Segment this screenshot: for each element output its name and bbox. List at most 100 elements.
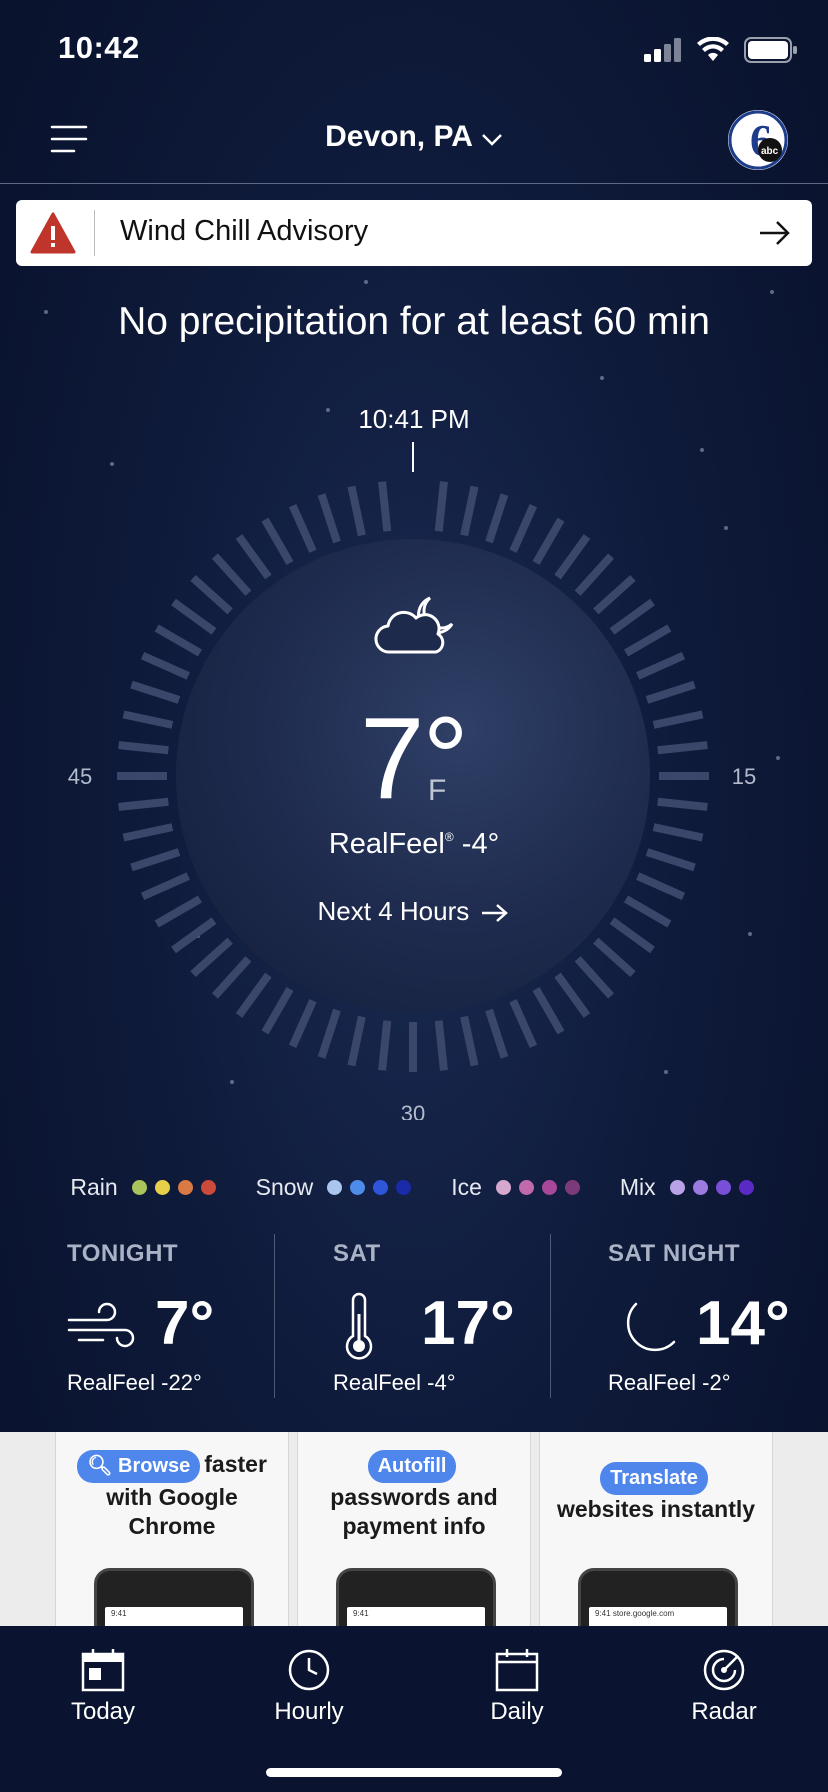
- dial-tick: [122, 710, 174, 729]
- dial-tick: [261, 517, 294, 565]
- location-label: Devon, PA: [325, 120, 473, 153]
- header-divider: [0, 183, 828, 184]
- forecast-realfeel: RealFeel -4°: [333, 1370, 456, 1395]
- dial-tick: [609, 598, 655, 635]
- forecast-temp: 7°: [155, 1289, 215, 1358]
- legend-color-dot: [177, 1180, 193, 1195]
- tab-radar[interactable]: Radar: [649, 1648, 799, 1726]
- forecast-sat-night[interactable]: SAT NIGHT 14° RealFeel -2°: [608, 1232, 828, 1400]
- dial-tick: [317, 493, 341, 544]
- weather-alert-banner[interactable]: Wind Chill Advisory: [16, 200, 812, 266]
- home-indicator: [266, 1768, 562, 1777]
- dial-tick: [574, 956, 615, 999]
- dial-tick: [211, 553, 252, 596]
- next-hours-label: Next 4 Hours: [317, 896, 470, 926]
- dial-tick: [509, 503, 538, 553]
- legend-label: Ice: [451, 1174, 482, 1200]
- forecast-divider: [550, 1234, 551, 1398]
- tab-today[interactable]: Today: [28, 1648, 178, 1726]
- status-time: 10:42: [58, 30, 140, 65]
- moon-icon: [626, 1302, 676, 1352]
- wind-icon: [67, 1302, 135, 1348]
- legend-label: Rain: [70, 1174, 118, 1200]
- legend-group-snow: Snow: [256, 1174, 416, 1201]
- dial-tick: [532, 517, 565, 565]
- dial-tick: [118, 741, 169, 755]
- alert-title: Wind Chill Advisory: [120, 215, 369, 247]
- legend-color-dot: [669, 1180, 685, 1195]
- tab-hourly[interactable]: Hourly: [234, 1648, 384, 1726]
- forecast-divider: [274, 1234, 275, 1398]
- tab-label: Hourly: [274, 1698, 344, 1725]
- forecast-sat[interactable]: SAT 17° RealFeel -4°: [333, 1232, 609, 1400]
- dial-tick: [636, 651, 686, 680]
- dial-tick: [657, 797, 708, 811]
- realfeel-value: -4°: [461, 828, 500, 860]
- legend-color-dot: [327, 1180, 343, 1195]
- ad-card-autofill[interactable]: Autofill passwords and payment info 9:41: [297, 1432, 531, 1626]
- realfeel-label: RealFeel: [328, 828, 445, 860]
- radar-icon: [703, 1649, 745, 1691]
- arrow-right-icon: [482, 904, 509, 923]
- clock-icon: [288, 1649, 330, 1691]
- dial-tick: [118, 797, 169, 811]
- dial-tick: [652, 710, 704, 729]
- status-icons: [644, 36, 798, 64]
- dial-tick: [636, 872, 686, 901]
- station-logo[interactable]: 6 abc: [728, 110, 788, 170]
- ad-banner[interactable]: 🔍︎ Browse faster with Google Chrome 9:41 …: [0, 1432, 828, 1626]
- calendar-today-icon: [81, 1649, 125, 1692]
- cellular-signal-icon: [644, 38, 681, 62]
- dial-tick: [485, 493, 509, 544]
- dial-tick: [460, 1015, 479, 1067]
- dial-tick: [485, 1008, 509, 1059]
- dial-label-left: 45: [68, 764, 92, 789]
- legend-color-dot: [396, 1180, 412, 1195]
- forecast-label: SAT: [333, 1240, 381, 1267]
- dial-tick: [171, 598, 217, 635]
- chevron-down-icon: [481, 121, 503, 155]
- forecast-realfeel: RealFeel -22°: [67, 1370, 202, 1395]
- abc6-logo-icon: 6 abc: [728, 110, 788, 170]
- location-selector[interactable]: Devon, PA: [0, 120, 828, 155]
- legend-color-dot: [564, 1180, 580, 1195]
- dial-tick: [347, 1015, 366, 1067]
- legend-color-dot: [692, 1180, 708, 1195]
- ad-pill: 🔍︎ Browse: [77, 1450, 201, 1483]
- legend-color-dot: [715, 1180, 731, 1195]
- warning-triangle-icon: [30, 212, 76, 254]
- legend-color-dot: [154, 1180, 170, 1195]
- dial-tick: [235, 972, 272, 1018]
- precipitation-headline: No precipitation for at least 60 min: [118, 300, 710, 343]
- dial-tick: [554, 972, 591, 1018]
- dial-tick: [509, 999, 538, 1049]
- dial-tick: [130, 680, 181, 704]
- dial-tick: [235, 534, 272, 580]
- precipitation-legend: Rain Snow Ice Mix: [0, 1174, 828, 1201]
- ad-card-translate[interactable]: Translate websites instantly 9:41 store.…: [539, 1432, 773, 1626]
- forecast-temp: 14°: [696, 1289, 790, 1358]
- ad-pill: Translate: [600, 1462, 708, 1495]
- phone-mockup: 9:41: [336, 1568, 496, 1626]
- current-realfeel: RealFeel® -4°: [0, 828, 828, 861]
- dial-tick: [140, 651, 190, 680]
- dial-tick: [190, 574, 233, 615]
- forecast-tonight[interactable]: TONIGHT 7° RealFeel -22°: [67, 1232, 343, 1400]
- calendar-icon: [495, 1649, 539, 1692]
- legend-color-dot: [131, 1180, 147, 1195]
- dial-tick: [532, 987, 565, 1035]
- ad-card-browse[interactable]: 🔍︎ Browse faster with Google Chrome 9:41: [55, 1432, 289, 1626]
- dial-tick: [593, 574, 636, 615]
- tab-daily[interactable]: Daily: [442, 1648, 592, 1726]
- legend-color-dot: [518, 1180, 534, 1195]
- next-hours-link[interactable]: Next 4 Hours: [0, 896, 828, 927]
- dial-tick: [288, 999, 317, 1049]
- forecast-realfeel: RealFeel -2°: [608, 1370, 731, 1395]
- cloud-moon-icon: [374, 596, 454, 654]
- phone-mockup: 9:41: [94, 1568, 254, 1626]
- tab-label: Radar: [691, 1698, 757, 1725]
- dial-time-label: 10:41 PM: [358, 404, 470, 434]
- legend-color-dot: [373, 1180, 389, 1195]
- ad-pill: Autofill: [367, 1450, 457, 1483]
- ad-card-text: Translate websites instantly: [540, 1462, 772, 1524]
